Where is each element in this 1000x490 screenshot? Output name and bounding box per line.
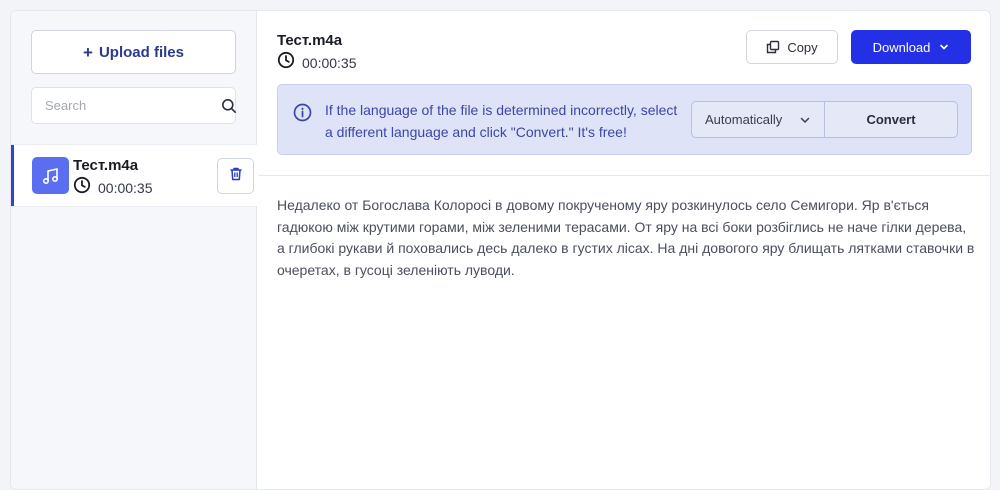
search-input[interactable] bbox=[45, 98, 221, 113]
app-window: + Upload files Тест.m4a 00:00:35 bbox=[10, 10, 991, 490]
download-label: Download bbox=[872, 39, 931, 55]
copy-icon bbox=[767, 40, 780, 54]
info-icon bbox=[293, 103, 312, 127]
convert-button[interactable]: Convert bbox=[824, 101, 958, 138]
download-button[interactable]: Download bbox=[851, 30, 971, 64]
file-duration-row: 00:00:35 bbox=[277, 51, 357, 74]
language-select[interactable]: Automatically bbox=[691, 101, 824, 138]
search-icon[interactable] bbox=[221, 98, 237, 114]
language-info-banner: If the language of the file is determine… bbox=[277, 84, 972, 155]
file-list-item[interactable]: Тест.m4a 00:00:35 bbox=[11, 144, 257, 207]
file-item-duration-row: 00:00:35 bbox=[73, 176, 153, 199]
upload-files-label: Upload files bbox=[98, 43, 184, 61]
file-item-name: Тест.m4a bbox=[73, 157, 139, 174]
delete-file-button[interactable] bbox=[217, 158, 254, 194]
transcript-text: Недалеко от Богослава Колоросі в довому … bbox=[277, 197, 975, 278]
clock-icon bbox=[73, 176, 91, 199]
search-box bbox=[31, 87, 236, 124]
file-duration: 00:00:35 bbox=[302, 54, 357, 71]
copy-label: Copy bbox=[787, 39, 818, 55]
plus-icon: + bbox=[83, 42, 93, 62]
file-item-duration: 00:00:35 bbox=[98, 179, 153, 196]
chevron-down-icon bbox=[800, 117, 810, 123]
chevron-down-icon bbox=[940, 44, 949, 50]
language-select-value: Automatically bbox=[705, 112, 783, 127]
divider bbox=[258, 175, 990, 176]
info-message: If the language of the file is determine… bbox=[325, 102, 678, 140]
trash-icon bbox=[228, 166, 244, 187]
file-title: Тест.m4a bbox=[277, 32, 343, 49]
clock-icon bbox=[277, 51, 295, 74]
upload-files-button[interactable]: + Upload files bbox=[31, 30, 236, 74]
selected-indicator bbox=[11, 145, 14, 206]
main-panel: Тест.m4a 00:00:35 Copy Download If the l… bbox=[258, 11, 990, 489]
music-note-icon bbox=[32, 157, 69, 194]
sidebar: + Upload files Тест.m4a 00:00:35 bbox=[11, 11, 257, 489]
copy-button[interactable]: Copy bbox=[746, 30, 838, 64]
